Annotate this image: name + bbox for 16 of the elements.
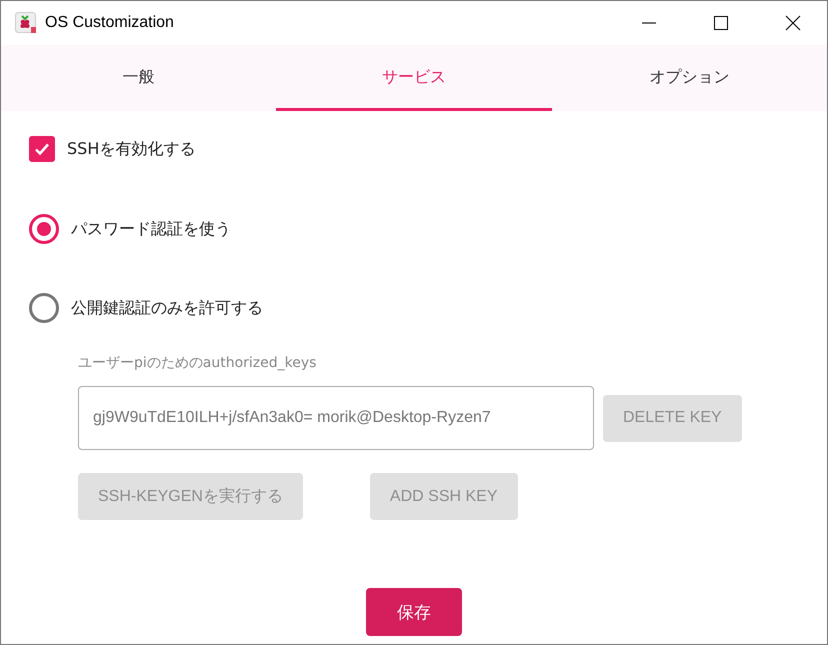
tab[interactable]: サービス xyxy=(276,45,552,111)
key-field[interactable]: gj9W9uTdE10ILH+j/sfAn3ak0= morik@Desktop-Ryzen7 xyxy=(78,386,594,450)
close-icon[interactable] xyxy=(785,15,801,31)
window-title: OS Customization xyxy=(45,14,174,32)
radio-label: 公開鍵認証のみを許可する xyxy=(71,298,263,318)
maximize-icon[interactable] xyxy=(713,15,729,31)
radio-button[interactable] xyxy=(29,293,59,323)
tab[interactable]: オプション xyxy=(552,45,827,111)
field-label: ユーザーpiのためのauthorized_keys xyxy=(78,354,318,372)
radio-button[interactable] xyxy=(29,214,59,244)
radio-label: パスワード認証を使う xyxy=(71,218,231,240)
save-button[interactable]: 保存 xyxy=(366,588,462,636)
tab[interactable]: 一般 xyxy=(1,45,276,111)
checkbox[interactable] xyxy=(29,136,55,162)
raspberry-icon xyxy=(15,12,37,34)
checkbox-label: SSHを有効化する xyxy=(67,138,196,160)
